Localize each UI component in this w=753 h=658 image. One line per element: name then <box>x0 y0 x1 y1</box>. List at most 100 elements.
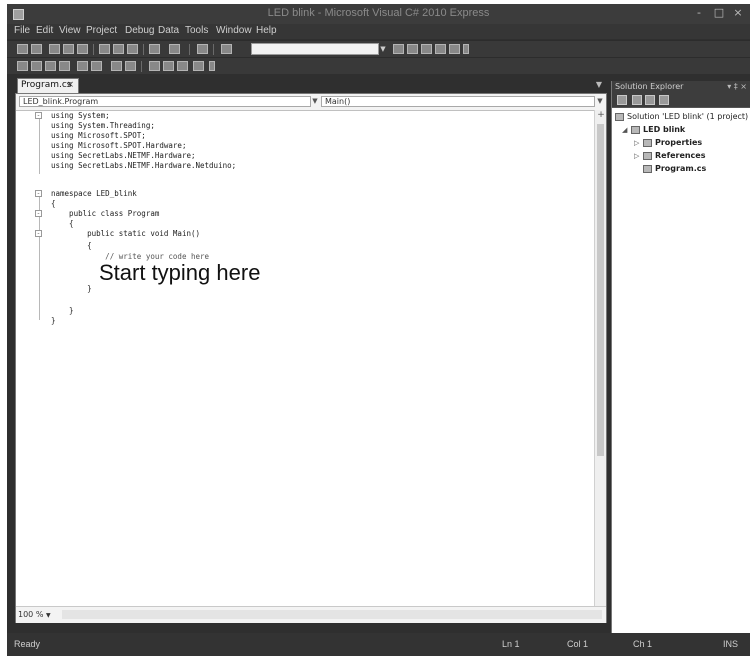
tree-item-label: Program.cs <box>655 164 707 173</box>
chevron-down-icon[interactable]: ▼ <box>594 80 604 90</box>
redo-icon[interactable] <box>169 44 180 54</box>
member-dropdown[interactable]: Main() <box>321 96 595 107</box>
code-line: using SecretLabs.NETMF.Hardware; <box>51 151 196 160</box>
object-members-icon[interactable] <box>17 61 28 71</box>
find-icon[interactable] <box>221 44 232 54</box>
comment-out-icon[interactable] <box>111 61 122 71</box>
next-bookmark-icon[interactable] <box>177 61 188 71</box>
toggle-bookmark-icon[interactable] <box>149 61 160 71</box>
properties-folder-icon <box>643 138 652 147</box>
status-insert-mode: INS <box>723 639 739 649</box>
find-combo[interactable] <box>251 43 379 55</box>
quick-info-icon[interactable] <box>45 61 56 71</box>
panel-window-buttons[interactable]: ▾ ‡ × <box>727 81 747 93</box>
code-editor[interactable]: LED_blink.Program ▼ Main() ▼ - - - - usi… <box>15 93 607 623</box>
cut-icon[interactable] <box>99 44 110 54</box>
status-line: Ln 1 <box>502 639 520 649</box>
properties-window-icon[interactable] <box>421 44 432 54</box>
code-line: { <box>51 219 74 228</box>
new-project-icon[interactable] <box>17 44 28 54</box>
tab-program-cs[interactable]: Program.cs × <box>17 78 79 93</box>
menu-file[interactable]: File <box>14 25 30 36</box>
menu-window[interactable]: Window <box>216 25 252 36</box>
chevron-down-icon[interactable]: ▼ <box>311 96 319 107</box>
code-line: using System; <box>51 111 110 120</box>
menu-data[interactable]: Data <box>158 25 179 36</box>
toolbar-overflow-icon[interactable] <box>209 61 215 71</box>
status-ready: Ready <box>14 639 41 649</box>
expand-arrow-icon[interactable]: ▷ <box>634 137 643 149</box>
chevron-down-icon[interactable]: ▼ <box>46 612 51 619</box>
parameter-info-icon[interactable] <box>31 61 42 71</box>
expand-arrow-icon[interactable]: ▷ <box>634 150 643 162</box>
decrease-indent-icon[interactable] <box>77 61 88 71</box>
code-area[interactable]: - - - - using System; using System.Threa… <box>16 110 594 606</box>
open-file-icon[interactable] <box>49 44 60 54</box>
tree-item-references[interactable]: ▷ References <box>634 150 706 162</box>
solution-explorer: Solution Explorer ▾ ‡ × Solution 'LED bl… <box>611 81 750 633</box>
toolbar-separator <box>189 44 190 55</box>
menu-debug[interactable]: Debug <box>125 25 154 36</box>
collapse-icon[interactable]: - <box>35 190 42 197</box>
scroll-thumb[interactable] <box>597 124 604 456</box>
collapse-icon[interactable]: - <box>35 210 42 217</box>
status-bar: Ready Ln 1 Col 1 Ch 1 INS <box>7 633 750 656</box>
collapse-icon[interactable]: - <box>35 112 42 119</box>
save-icon[interactable] <box>63 44 74 54</box>
properties-icon[interactable] <box>617 95 627 105</box>
add-item-icon[interactable] <box>31 44 42 54</box>
maximize-button[interactable]: □ <box>711 5 727 21</box>
tree-item-program-cs[interactable]: Program.cs <box>643 163 706 175</box>
type-dropdown[interactable]: LED_blink.Program <box>19 96 311 107</box>
refresh-icon[interactable] <box>645 95 655 105</box>
horizontal-scrollbar[interactable] <box>62 610 602 619</box>
previous-bookmark-icon[interactable] <box>163 61 174 71</box>
find-in-files-icon[interactable] <box>393 44 404 54</box>
zoom-dropdown[interactable]: 100 % ▼ <box>18 609 58 620</box>
panel-title: Solution Explorer <box>615 82 684 91</box>
close-button[interactable]: × <box>730 5 746 21</box>
undo-icon[interactable] <box>149 44 160 54</box>
toolbar-overflow-icon[interactable] <box>463 44 469 54</box>
references-folder-icon <box>643 151 652 160</box>
uncomment-icon[interactable] <box>125 61 136 71</box>
menu-project[interactable]: Project <box>86 25 117 36</box>
toolbox-icon[interactable] <box>435 44 446 54</box>
solution-explorer-icon[interactable] <box>407 44 418 54</box>
start-typing-annotation: Start typing here <box>99 260 261 285</box>
paste-icon[interactable] <box>127 44 138 54</box>
solution-explorer-toolbar <box>612 93 750 108</box>
word-completion-icon[interactable] <box>59 61 70 71</box>
code-line: using SecretLabs.NETMF.Hardware.Netduino… <box>51 161 237 170</box>
tree-item-project[interactable]: ◢ LED blink <box>622 124 685 136</box>
view-code-icon[interactable] <box>659 95 669 105</box>
chevron-down-icon[interactable]: ▼ <box>379 43 387 55</box>
clear-bookmarks-icon[interactable] <box>193 61 204 71</box>
navigation-bar: LED_blink.Program ▼ Main() ▼ <box>16 94 606 111</box>
menu-view[interactable]: View <box>59 25 81 36</box>
menu-help[interactable]: Help <box>256 25 277 36</box>
chevron-down-icon[interactable]: ▼ <box>596 96 604 107</box>
toolbar-separator <box>143 44 144 55</box>
close-icon[interactable]: × <box>66 79 74 92</box>
save-all-icon[interactable] <box>77 44 88 54</box>
tree-item-properties[interactable]: ▷ Properties <box>634 137 702 149</box>
show-all-files-icon[interactable] <box>632 95 642 105</box>
code-line: using System.Threading; <box>51 121 155 130</box>
collapse-icon[interactable]: - <box>35 230 42 237</box>
start-debugging-icon[interactable] <box>197 44 208 54</box>
vertical-scrollbar[interactable]: + <box>594 110 606 606</box>
csharp-project-icon <box>631 125 640 134</box>
tree-item-solution[interactable]: Solution 'LED blink' (1 project) <box>615 111 748 123</box>
title-bar: LED blink - Microsoft Visual C# 2010 Exp… <box>7 4 750 24</box>
solution-explorer-header: Solution Explorer ▾ ‡ × <box>612 81 750 93</box>
menu-tools[interactable]: Tools <box>185 25 208 36</box>
start-page-icon[interactable] <box>449 44 460 54</box>
copy-icon[interactable] <box>113 44 124 54</box>
code-line: using Microsoft.SPOT; <box>51 131 146 140</box>
minimize-button[interactable]: - <box>691 5 707 21</box>
menu-edit[interactable]: Edit <box>36 25 53 36</box>
collapse-arrow-icon[interactable]: ◢ <box>622 124 631 136</box>
increase-indent-icon[interactable] <box>91 61 102 71</box>
split-icon[interactable]: + <box>596 110 606 120</box>
